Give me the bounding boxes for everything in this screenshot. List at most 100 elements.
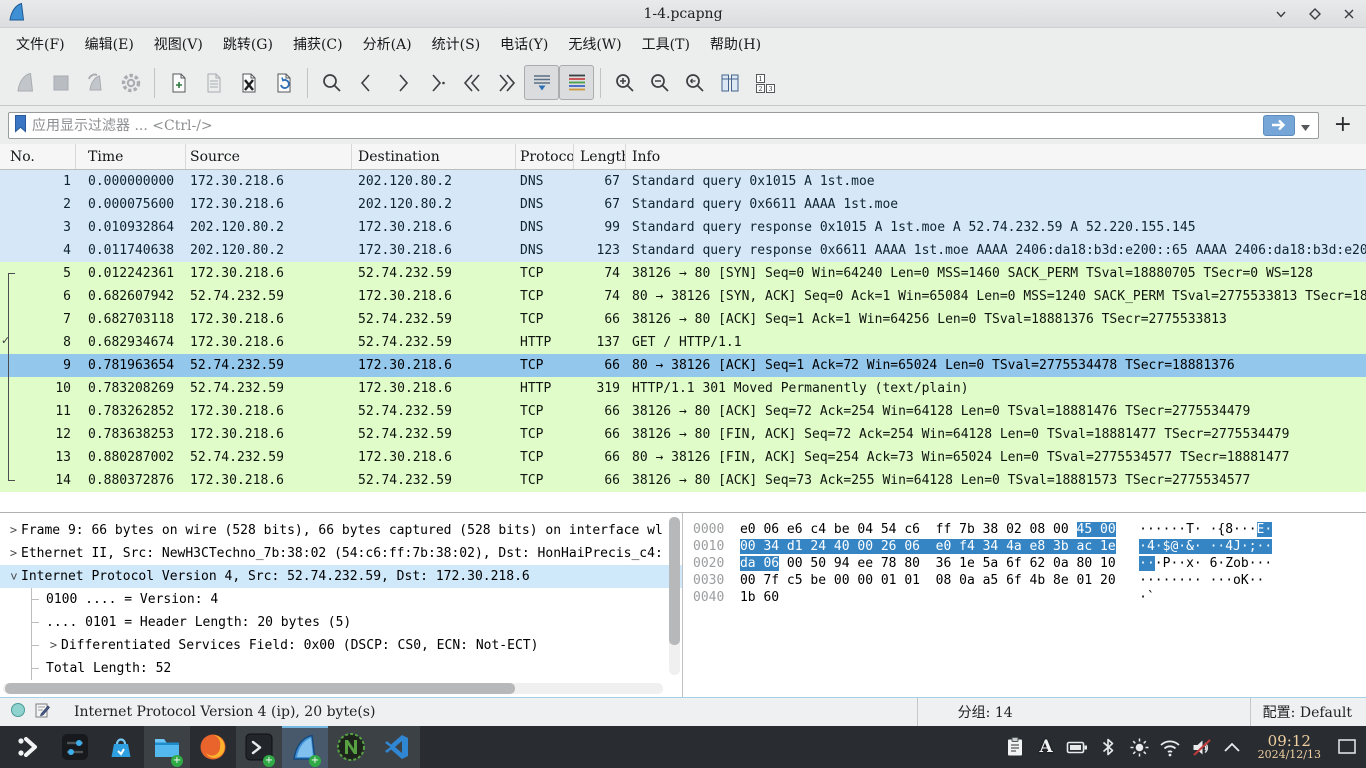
display-filter-input[interactable]: 应用显示过滤器 ... <Ctrl-/>	[8, 112, 1319, 139]
menu-statistics[interactable]: 统计(S)	[422, 31, 491, 57]
detail-row[interactable]: Total Length: 52	[0, 657, 682, 680]
taskbar-firefox-icon[interactable]	[190, 726, 236, 768]
packet-row-13[interactable]: 130.88028700252.74.232.59172.30.218.6TCP…	[0, 446, 1366, 469]
menu-tools[interactable]: 工具(T)	[632, 31, 700, 57]
taskbar-terminal-icon[interactable]: +	[236, 726, 282, 768]
packet-row-3[interactable]: 30.010932864202.120.80.2172.30.218.6DNS9…	[0, 216, 1366, 239]
taskbar-neovim-icon[interactable]	[328, 726, 374, 768]
close-button[interactable]	[1340, 5, 1358, 23]
brightness-icon[interactable]	[1126, 733, 1153, 761]
packet-source: 52.74.232.59	[186, 450, 352, 465]
colorize-button[interactable]	[559, 65, 594, 100]
hex-line[interactable]: 0040 1b 60 ·`	[693, 589, 1366, 606]
wifi-icon[interactable]	[1157, 733, 1184, 761]
find-packet-button[interactable]	[314, 65, 349, 100]
add-filter-button[interactable]: +	[1328, 114, 1358, 136]
resize-columns-button[interactable]	[712, 65, 747, 100]
minimize-button[interactable]	[1272, 5, 1290, 23]
packet-row-8[interactable]: 80.682934674172.30.218.652.74.232.59HTTP…	[0, 331, 1366, 354]
go-forward-button[interactable]	[384, 65, 419, 100]
column-header-length[interactable]: Length	[574, 144, 626, 169]
details-horizontal-scrollbar[interactable]	[3, 683, 663, 694]
zoom-in-button[interactable]	[607, 65, 642, 100]
go-to-packet-button[interactable]	[419, 65, 454, 100]
hex-line[interactable]: 0030 00 7f c5 be 00 00 01 01 08 0a a5 6f…	[693, 572, 1366, 589]
filter-bookmark-icon[interactable]	[13, 114, 28, 137]
column-header-time[interactable]: Time	[76, 144, 186, 169]
packet-bytes-pane[interactable]: 0000 e0 06 e6 c4 be 04 54 c6 ff 7b 38 02…	[683, 513, 1366, 697]
detail-row[interactable]: >Differentiated Services Field: 0x00 (DS…	[0, 634, 682, 657]
packet-row-1[interactable]: 10.000000000172.30.218.6202.120.80.2DNS6…	[0, 170, 1366, 193]
column-header-no[interactable]: No.	[0, 144, 76, 169]
menu-edit[interactable]: 编辑(E)	[75, 31, 144, 57]
capture-comment-icon[interactable]	[34, 702, 50, 722]
packet-time: 0.682703118	[76, 312, 186, 327]
hex-line[interactable]: 0000 e0 06 e6 c4 be 04 54 c6 ff 7b 38 02…	[693, 521, 1366, 538]
menu-view[interactable]: 视图(V)	[144, 31, 213, 57]
expander-open-icon[interactable]: >	[2, 569, 25, 584]
details-vertical-scrollbar[interactable]	[669, 517, 680, 675]
zoom-original-button[interactable]	[677, 65, 712, 100]
menu-telephony[interactable]: 电话(Y)	[490, 31, 558, 57]
menu-help[interactable]: 帮助(H)	[700, 31, 771, 57]
taskbar-wireshark-icon[interactable]: +	[282, 726, 328, 768]
apply-filter-button[interactable]	[1263, 115, 1295, 136]
detail-row[interactable]: >Ethernet II, Src: NewH3CTechno_7b:38:02…	[0, 542, 682, 565]
packet-row-9[interactable]: 90.78196365452.74.232.59172.30.218.6TCP6…	[0, 354, 1366, 377]
filter-dropdown-caret[interactable]	[1297, 116, 1314, 135]
detail-row[interactable]: 0100 .... = Version: 4	[0, 588, 682, 611]
chevron-up-icon[interactable]	[1219, 733, 1246, 761]
go-first-button[interactable]	[454, 65, 489, 100]
taskbar-clock[interactable]: 09:12 2024/12/13	[1250, 733, 1329, 762]
keyboard-layout-icon[interactable]: A	[1033, 733, 1060, 761]
battery-icon[interactable]	[1064, 733, 1091, 761]
taskbar-discover-icon[interactable]	[98, 726, 144, 768]
packet-row-14[interactable]: 140.880372876172.30.218.652.74.232.59TCP…	[0, 469, 1366, 492]
taskbar-kde-launcher-icon[interactable]	[6, 726, 52, 768]
column-header-info[interactable]: Info	[626, 144, 1366, 169]
taskbar-vscode-icon[interactable]	[374, 726, 420, 768]
detail-row[interactable]: .... 0101 = Header Length: 20 bytes (5)	[0, 611, 682, 634]
packet-row-2[interactable]: 20.000075600172.30.218.6202.120.80.2DNS6…	[0, 193, 1366, 216]
show-desktop-icon[interactable]	[1333, 733, 1360, 761]
packet-row-6[interactable]: 60.68260794252.74.232.59172.30.218.6TCP7…	[0, 285, 1366, 308]
zoom-out-button[interactable]	[642, 65, 677, 100]
detail-row[interactable]: >Internet Protocol Version 4, Src: 52.74…	[0, 565, 682, 588]
file-reload-button[interactable]	[266, 65, 301, 100]
clipboard-icon[interactable]	[1002, 733, 1029, 761]
packet-no: 6	[0, 289, 76, 304]
status-profile[interactable]: 配置: Default	[1263, 702, 1352, 722]
menu-file[interactable]: 文件(F)	[6, 31, 75, 57]
file-close-button[interactable]	[231, 65, 266, 100]
go-last-button[interactable]	[489, 65, 524, 100]
expander-closed-icon[interactable]: >	[46, 634, 61, 657]
column-header-protocol[interactable]: Protocol	[516, 144, 574, 169]
packet-row-10[interactable]: 100.78320826952.74.232.59172.30.218.6HTT…	[0, 377, 1366, 400]
resize-content-button[interactable]: 123	[747, 65, 782, 100]
menu-wireless[interactable]: 无线(W)	[558, 31, 631, 57]
detail-row[interactable]: >Frame 9: 66 bytes on wire (528 bits), 6…	[0, 519, 682, 542]
hex-line[interactable]: 0010 00 34 d1 24 40 00 26 06 e0 f4 34 4a…	[693, 538, 1366, 555]
menu-capture[interactable]: 捕获(C)	[283, 31, 353, 57]
menu-analyze[interactable]: 分析(A)	[353, 31, 422, 57]
packet-row-4[interactable]: 40.011740638202.120.80.2172.30.218.6DNS1…	[0, 239, 1366, 262]
file-open-button[interactable]	[161, 65, 196, 100]
packet-row-12[interactable]: 120.783638253172.30.218.652.74.232.59TCP…	[0, 423, 1366, 446]
taskbar-file-manager-icon[interactable]: +	[144, 726, 190, 768]
expert-info-icon[interactable]	[10, 702, 26, 722]
taskbar-system-settings-icon[interactable]	[52, 726, 98, 768]
bluetooth-icon[interactable]	[1095, 733, 1122, 761]
expander-closed-icon[interactable]: >	[6, 542, 21, 565]
packet-row-7[interactable]: 70.682703118172.30.218.652.74.232.59TCP6…	[0, 308, 1366, 331]
column-header-source[interactable]: Source	[186, 144, 352, 169]
packet-row-11[interactable]: 110.783262852172.30.218.652.74.232.59TCP…	[0, 400, 1366, 423]
packet-row-5[interactable]: 50.012242361172.30.218.652.74.232.59TCP7…	[0, 262, 1366, 285]
volume-muted-icon[interactable]	[1188, 733, 1215, 761]
expander-closed-icon[interactable]: >	[6, 519, 21, 542]
hex-line[interactable]: 0020 da 06 00 50 94 ee 78 80 36 1e 5a 6f…	[693, 555, 1366, 572]
auto-scroll-button[interactable]	[524, 65, 559, 100]
go-back-button[interactable]	[349, 65, 384, 100]
menu-go[interactable]: 跳转(G)	[213, 31, 283, 57]
maximize-button[interactable]	[1306, 5, 1324, 23]
column-header-destination[interactable]: Destination	[352, 144, 516, 169]
